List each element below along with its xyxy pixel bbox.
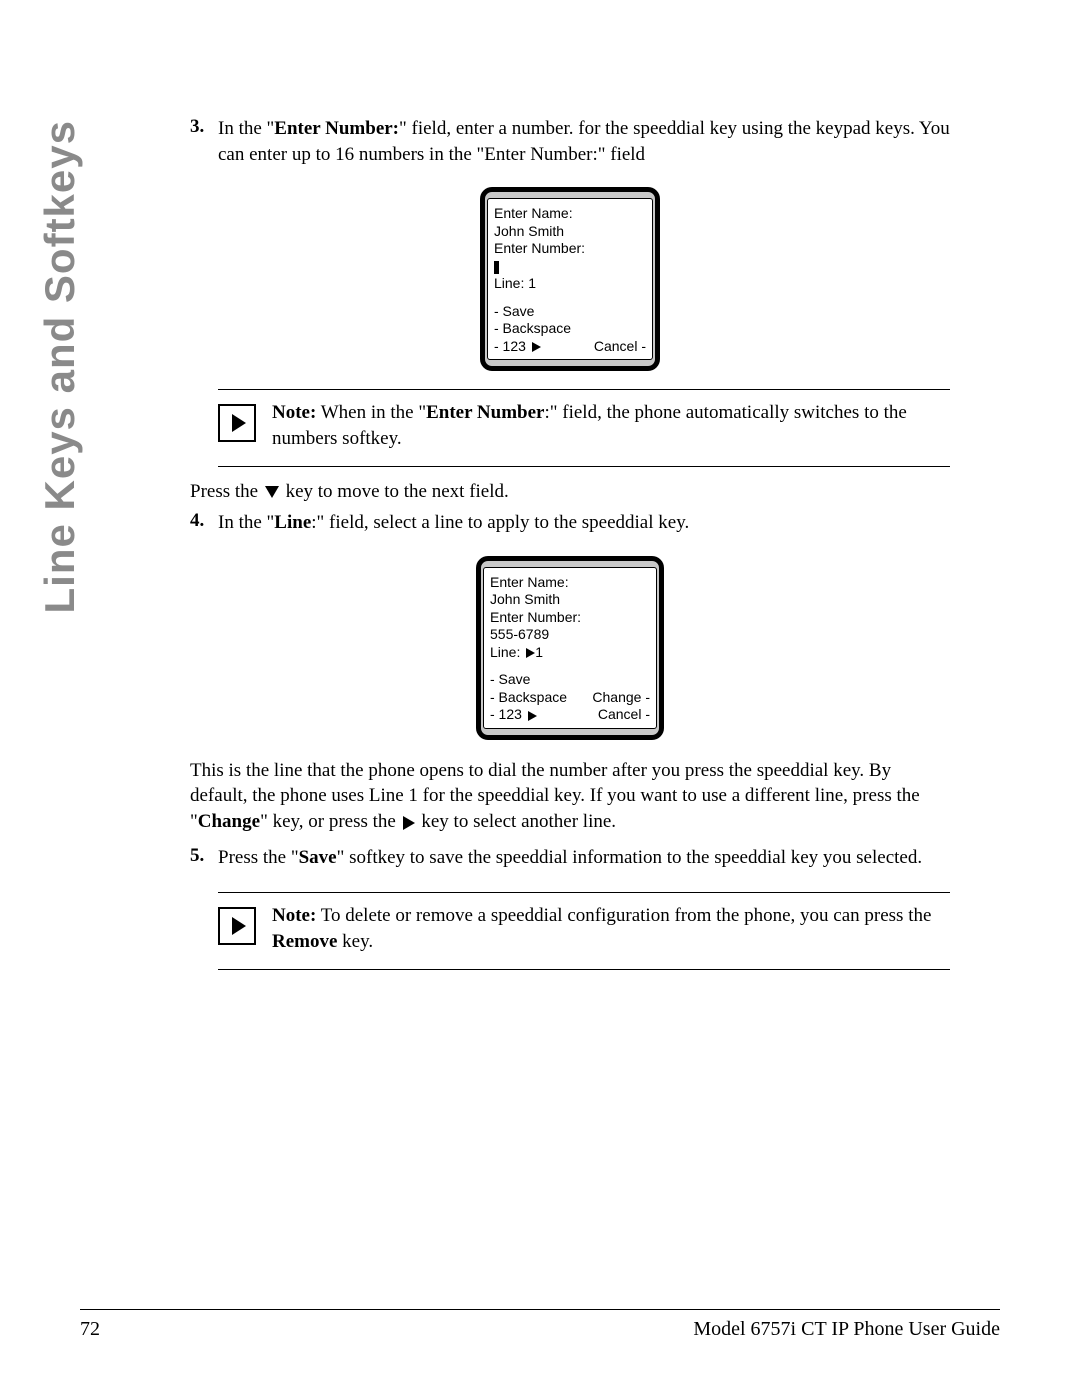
- note-2: Note: To delete or remove a speeddial co…: [218, 892, 950, 969]
- text: key.: [337, 931, 373, 952]
- softkey-change: Change -: [592, 689, 650, 707]
- step-5-number: 5.: [190, 845, 218, 877]
- arrow-right-icon: [232, 917, 246, 935]
- triangle-right-icon: [403, 816, 415, 830]
- arrow-right-icon: [232, 414, 246, 432]
- softkey-cancel: Cancel -: [598, 706, 650, 724]
- content-column: 3. In the "Enter Number:" field, enter a…: [190, 110, 950, 982]
- text: :" field, select a line to apply to the …: [311, 512, 689, 533]
- label-enter-name: Enter Name:: [494, 205, 646, 223]
- cursor-line: [494, 258, 646, 276]
- text: key to move to the next field.: [281, 481, 509, 502]
- softkey-save: - Save: [490, 671, 650, 689]
- text: Press the ": [218, 847, 299, 868]
- section-title-vertical: Line Keys and Softkeys: [38, 120, 82, 614]
- note-icon: [218, 404, 256, 442]
- phone-screen-1: Enter Name: John Smith Enter Number: Lin…: [480, 187, 660, 371]
- footer-row: 72 Model 6757i CT IP Phone User Guide: [80, 1318, 1000, 1341]
- text: key to select another line.: [417, 811, 616, 832]
- step-4-paragraph: This is the line that the phone opens to…: [190, 758, 950, 835]
- softkey-123: - 123: [494, 338, 541, 356]
- note-1-text: Note: When in the "Enter Number:" field,…: [272, 400, 950, 451]
- label-line: Line: 1: [494, 275, 646, 293]
- step-3-number: 3.: [190, 116, 218, 173]
- note-label: Note:: [272, 905, 316, 926]
- text: " key, or press the: [260, 811, 401, 832]
- text: Press the: [190, 481, 263, 502]
- note-icon: [218, 907, 256, 945]
- softkey-bottom-row: - 123 Cancel -: [490, 706, 650, 724]
- note-label: Note:: [272, 402, 316, 423]
- phone-screen-2: Enter Name: John Smith Enter Number: 555…: [476, 556, 664, 740]
- text-bold: Change: [198, 811, 260, 832]
- softkey-cancel: Cancel -: [594, 338, 646, 356]
- step-4: 4. In the "Line:" field, select a line t…: [190, 510, 950, 542]
- footer-title: Model 6757i CT IP Phone User Guide: [693, 1318, 1000, 1341]
- text-bold: Save: [299, 847, 337, 868]
- text: To delete or remove a speeddial configur…: [316, 905, 931, 926]
- value-name: John Smith: [494, 223, 646, 241]
- softkey-backspace: - Backspace: [494, 320, 646, 338]
- step-5-body: Press the "Save" softkey to save the spe…: [218, 845, 950, 877]
- note-1: Note: When in the "Enter Number:" field,…: [218, 389, 950, 466]
- step-4-number: 4.: [190, 510, 218, 542]
- step-3: 3. In the "Enter Number:" field, enter a…: [190, 116, 950, 173]
- phone-screen-1-inner: Enter Name: John Smith Enter Number: Lin…: [487, 198, 653, 360]
- text: When in the ": [316, 402, 426, 423]
- text: In the ": [218, 118, 274, 139]
- value-number: 555-6789: [490, 626, 650, 644]
- triangle-right-icon: [528, 711, 537, 721]
- softkey-bottom-row: - 123 Cancel -: [494, 338, 646, 356]
- page: Line Keys and Softkeys 3. In the "Enter …: [0, 0, 1080, 1397]
- text-bold: Remove: [272, 931, 337, 952]
- phone-screen-2-inner: Enter Name: John Smith Enter Number: 555…: [483, 567, 657, 729]
- softkey-row-2: - Backspace Change -: [490, 689, 650, 707]
- line-value: 1: [535, 644, 543, 660]
- softkey-backspace: - Backspace: [490, 689, 567, 707]
- label-enter-number: Enter Number:: [490, 609, 650, 627]
- softkey-123-label: - 123: [490, 706, 522, 722]
- page-number: 72: [80, 1318, 100, 1341]
- step-3-continue: Press the key to move to the next field.: [190, 479, 950, 505]
- triangle-down-icon: [265, 486, 279, 498]
- note-2-text: Note: To delete or remove a speeddial co…: [272, 903, 950, 954]
- phone-screen-2-wrap: Enter Name: John Smith Enter Number: 555…: [190, 556, 950, 740]
- triangle-right-icon: [532, 342, 541, 352]
- text-cursor-icon: [494, 261, 499, 274]
- spacer: [494, 293, 646, 303]
- softkey-123: - 123: [490, 706, 537, 724]
- step-5: 5. Press the "Save" softkey to save the …: [190, 845, 950, 877]
- text-bold: Line: [274, 512, 311, 533]
- text-bold: Enter Number:: [274, 118, 399, 139]
- softkey-123-label: - 123: [494, 338, 526, 354]
- label-enter-name: Enter Name:: [490, 574, 650, 592]
- spacer: [490, 661, 650, 671]
- page-footer: 72 Model 6757i CT IP Phone User Guide: [80, 1309, 1000, 1341]
- step-4-body: In the "Line:" field, select a line to a…: [218, 510, 950, 542]
- label-line: Line: 1: [490, 644, 650, 662]
- value-name: John Smith: [490, 591, 650, 609]
- footer-rule: [80, 1309, 1000, 1310]
- text-bold: Enter Number: [426, 402, 544, 423]
- label-enter-number: Enter Number:: [494, 240, 646, 258]
- text: " softkey to save the speeddial informat…: [337, 847, 923, 868]
- triangle-right-icon: [526, 648, 535, 658]
- text: In the ": [218, 512, 274, 533]
- softkey-save: - Save: [494, 303, 646, 321]
- line-label-text: Line:: [490, 644, 524, 660]
- step-3-body: In the "Enter Number:" field, enter a nu…: [218, 116, 950, 173]
- phone-screen-1-wrap: Enter Name: John Smith Enter Number: Lin…: [190, 187, 950, 371]
